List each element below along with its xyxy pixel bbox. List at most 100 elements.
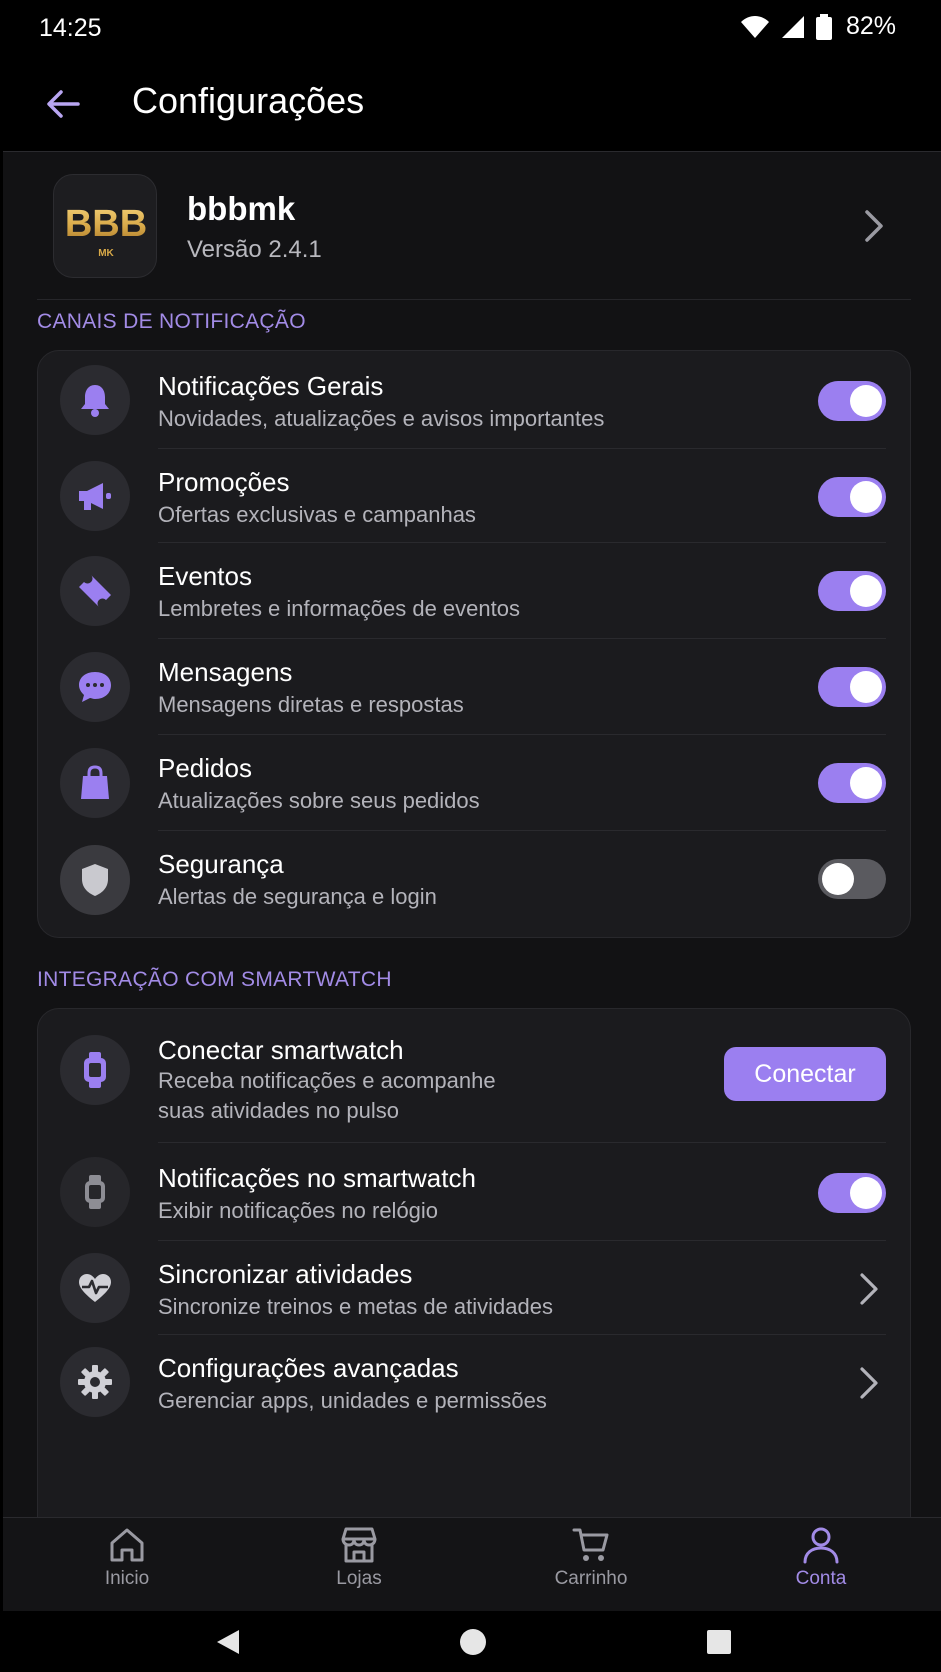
app-logo: BBB MK xyxy=(53,174,157,278)
channel-icon-orders xyxy=(60,748,130,818)
megaphone-icon xyxy=(79,483,111,510)
connect-button[interactable]: Conectar xyxy=(724,1047,886,1101)
watch-notifications-icon-circle xyxy=(60,1157,130,1227)
bottom-nav: Inicio Lojas Carrinho Conta xyxy=(3,1517,941,1611)
back-button[interactable] xyxy=(39,80,87,128)
channel-toggle-messages[interactable] xyxy=(818,667,886,707)
app-name: bbbmk xyxy=(187,190,296,227)
channel-subtitle: Lembretes e informações de eventos xyxy=(158,596,520,621)
app-logo-text: BBB xyxy=(65,203,147,245)
status-time: 14:25 xyxy=(39,14,102,42)
wifi-icon xyxy=(740,15,769,38)
smartwatch-notifications-row[interactable]: Notificações no smartwatch Exibir notifi… xyxy=(38,1143,910,1241)
channel-icon-security xyxy=(60,845,130,915)
page-title: Configurações xyxy=(132,80,365,121)
system-recents-button[interactable] xyxy=(702,1625,736,1659)
channel-row-orders[interactable]: Pedidos Atualizações sobre seus pedidos xyxy=(38,735,910,831)
smartwatch-notifications-title: Notificações no smartwatch xyxy=(158,1163,476,1193)
nav-item-stores[interactable]: Lojas xyxy=(289,1526,429,1606)
channel-icon-messages xyxy=(60,652,130,722)
channel-subtitle: Mensagens diretas e respostas xyxy=(158,692,464,717)
channel-toggle-orders[interactable] xyxy=(818,763,886,803)
nav-label: Carrinho xyxy=(554,1568,628,1589)
circle-home-icon xyxy=(460,1629,486,1655)
app-info-row[interactable]: BBB MK bbbmk Versão 2.4.1 xyxy=(37,152,911,300)
app-logo-subtext: MK xyxy=(98,248,114,259)
channel-title: Segurança xyxy=(158,849,284,879)
screen: 14:25 82% Configurações BBB MK bbbmk Ver… xyxy=(0,0,941,1672)
gear-icon xyxy=(78,1365,112,1399)
system-back-button[interactable] xyxy=(211,1625,245,1659)
chevron-right-icon xyxy=(865,210,883,242)
sync-activities-subtitle: Sincronize treinos e metas de atividades xyxy=(158,1294,553,1319)
battery-icon xyxy=(815,13,832,40)
nav-label: Lojas xyxy=(336,1568,382,1589)
system-nav-bar xyxy=(3,1611,941,1672)
smartwatch-notifications-subtitle: Exibir notificações no relógio xyxy=(158,1198,439,1223)
status-icons: 82% xyxy=(740,12,896,41)
bell-icon xyxy=(81,385,109,417)
section-title-smartwatch: INTEGRAÇÃO COM SMARTWATCH xyxy=(37,968,392,991)
channel-icon-promotions xyxy=(60,461,130,531)
smartwatch-connect-subtitle-2: suas atividades no pulso xyxy=(158,1098,399,1123)
smartwatch-connect-row: Conectar smartwatch Receba notificações … xyxy=(38,1009,910,1143)
shield-icon xyxy=(82,864,108,896)
user-icon xyxy=(803,1527,839,1564)
smartwatch-card: Conectar smartwatch Receba notificações … xyxy=(37,1008,911,1517)
settings-content[interactable]: BBB MK bbbmk Versão 2.4.1 CANAIS DE NOTI… xyxy=(3,152,941,1517)
channel-row-messages[interactable]: Mensagens Mensagens diretas e respostas xyxy=(38,639,910,735)
square-recents-icon xyxy=(707,1630,731,1654)
chat-icon xyxy=(79,672,111,702)
sync-icon-circle xyxy=(60,1253,130,1323)
smartwatch-connect-subtitle-1: Receba notificações e acompanhe xyxy=(158,1068,496,1093)
channel-toggle-security[interactable] xyxy=(818,859,886,899)
nav-item-cart[interactable]: Carrinho xyxy=(521,1526,661,1606)
ticket-icon xyxy=(79,575,111,607)
channel-row-promotions[interactable]: Promoções Ofertas exclusivas e campanhas xyxy=(38,449,910,543)
smartwatch-icon-circle xyxy=(60,1035,130,1105)
channel-subtitle: Ofertas exclusivas e campanhas xyxy=(158,502,476,527)
channel-title: Promoções xyxy=(158,467,290,497)
channel-row-events[interactable]: Eventos Lembretes e informações de event… xyxy=(38,543,910,639)
chevron-right-icon xyxy=(860,1367,878,1399)
nav-item-account[interactable]: Conta xyxy=(751,1526,891,1606)
nav-label: Inicio xyxy=(104,1568,150,1589)
smartwatch-notifications-toggle[interactable] xyxy=(818,1173,886,1213)
channel-row-general[interactable]: Notificações Gerais Novidades, atualizaç… xyxy=(38,351,910,449)
channel-icon-general xyxy=(60,365,130,435)
system-home-button[interactable] xyxy=(456,1625,490,1659)
app-version: Versão 2.4.1 xyxy=(187,236,322,263)
channel-title: Eventos xyxy=(158,561,252,591)
nav-item-home[interactable]: Inicio xyxy=(57,1526,197,1606)
smartwatch-icon xyxy=(84,1052,106,1088)
channel-toggle-general[interactable] xyxy=(818,381,886,421)
nav-label: Conta xyxy=(795,1568,847,1589)
channel-row-security[interactable]: Segurança Alertas de segurança e login xyxy=(38,831,910,937)
home-icon xyxy=(110,1528,144,1562)
channel-title: Pedidos xyxy=(158,753,252,783)
cart-icon xyxy=(572,1528,609,1561)
status-bar: 14:25 82% xyxy=(3,0,941,56)
sync-activities-title: Sincronizar atividades xyxy=(158,1259,413,1289)
channel-title: Notificações Gerais xyxy=(158,371,384,401)
sync-activities-row[interactable]: Sincronizar atividades Sincronize treino… xyxy=(38,1241,910,1335)
watch-icon xyxy=(85,1175,105,1209)
triangle-back-icon xyxy=(217,1630,239,1654)
app-bar: Configurações xyxy=(3,56,941,152)
advanced-settings-row[interactable]: Configurações avançadas Gerenciar apps, … xyxy=(38,1335,910,1435)
notification-channels-card: Notificações Gerais Novidades, atualizaç… xyxy=(37,350,911,938)
channel-toggle-promotions[interactable] xyxy=(818,477,886,517)
advanced-icon-circle xyxy=(60,1347,130,1417)
battery-percent: 82% xyxy=(845,12,896,40)
section-title-notifications: CANAIS DE NOTIFICAÇÃO xyxy=(37,310,306,333)
channel-icon-events xyxy=(60,556,130,626)
signal-icon xyxy=(781,15,804,38)
channel-subtitle: Novidades, atualizações e avisos importa… xyxy=(158,406,605,431)
chevron-right-icon xyxy=(860,1273,878,1305)
advanced-settings-subtitle: Gerenciar apps, unidades e permissões xyxy=(158,1388,547,1413)
channel-subtitle: Atualizações sobre seus pedidos xyxy=(158,788,480,813)
advanced-settings-title: Configurações avançadas xyxy=(158,1353,459,1383)
channel-toggle-events[interactable] xyxy=(818,571,886,611)
heart-pulse-icon xyxy=(79,1274,111,1302)
store-icon xyxy=(341,1527,377,1563)
